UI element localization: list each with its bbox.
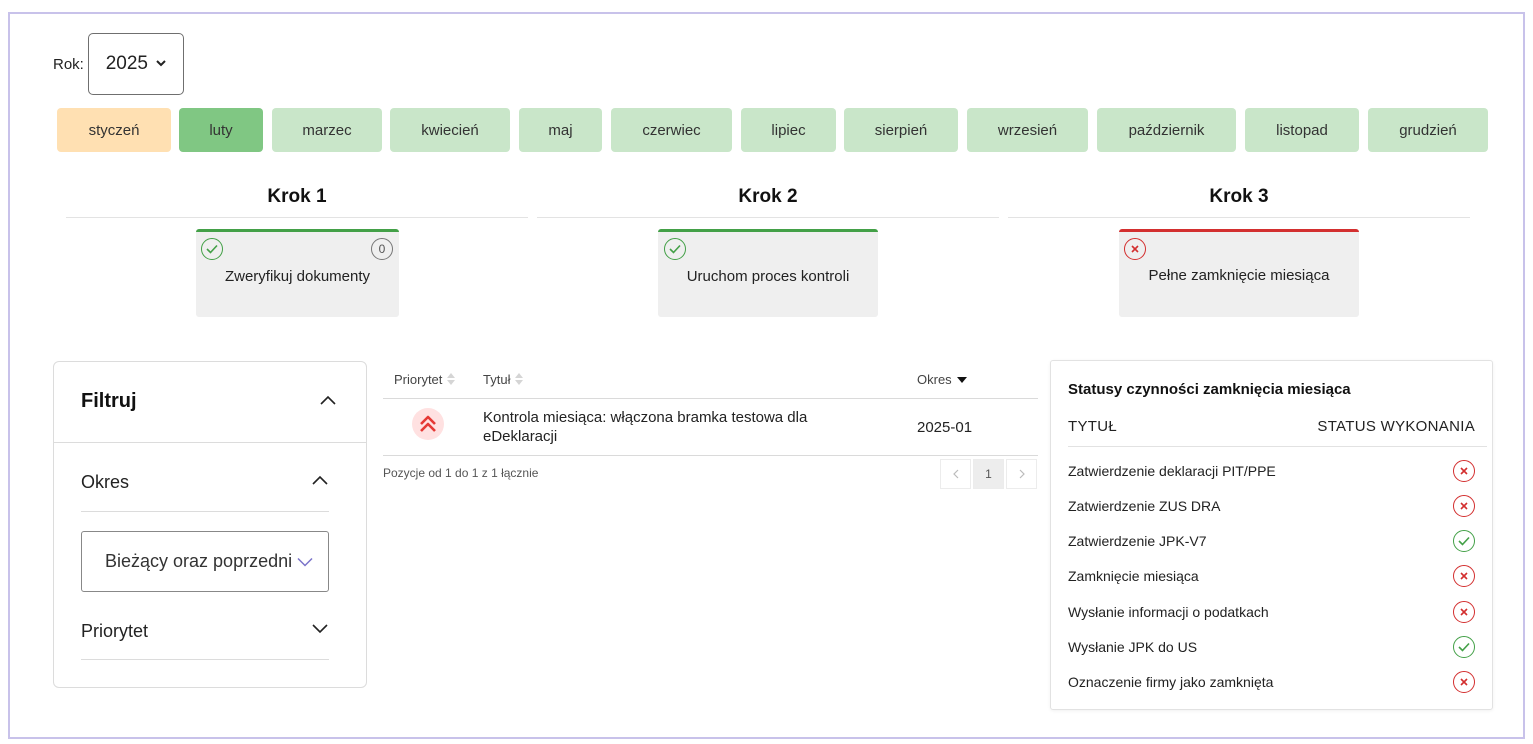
high-priority-icon <box>412 408 444 440</box>
year-value: 2025 <box>105 53 148 74</box>
month-button-luty[interactable]: luty <box>179 108 263 152</box>
table-header-divider <box>383 398 1038 399</box>
page-button-current[interactable]: 1 <box>973 459 1004 489</box>
column-header-period[interactable]: Okres <box>917 372 967 387</box>
step-2-divider <box>537 217 999 218</box>
sort-icon <box>515 373 524 386</box>
error-circle-icon <box>1453 495 1475 517</box>
check-circle-icon <box>1453 636 1475 658</box>
check-circle-icon <box>1453 530 1475 552</box>
status-row: Zatwierdzenie JPK-V7 <box>1068 529 1475 553</box>
month-button-sierpien[interactable]: sierpień <box>844 108 958 152</box>
step-3-label: Pełne zamknięcie miesiąca <box>1148 267 1330 284</box>
step-2-label: Uruchom proces kontroli <box>686 268 850 285</box>
title-header-label: Tytuł <box>483 372 511 387</box>
step-2-card[interactable]: Uruchom proces kontroli <box>658 229 878 317</box>
priority-divider <box>81 659 329 660</box>
pagination-info: Pozycje od 1 do 1 z 1 łącznie <box>383 466 539 480</box>
period-select-value: Bieżący oraz poprzedni <box>105 551 291 571</box>
status-row: Wysłanie informacji o podatkach <box>1068 600 1475 624</box>
month-button-wrzesien[interactable]: wrzesień <box>967 108 1088 152</box>
status-row: Zatwierdzenie ZUS DRA <box>1068 494 1475 518</box>
step-1-divider <box>66 217 528 218</box>
error-circle-icon <box>1453 601 1475 623</box>
year-selector-row: Rok: 2025 <box>53 33 184 95</box>
month-button-listopad[interactable]: listopad <box>1245 108 1359 152</box>
chevron-down-icon[interactable] <box>311 619 329 637</box>
error-circle-icon <box>1124 238 1146 260</box>
column-header-title[interactable]: Tytuł <box>483 372 524 387</box>
filter-divider <box>54 442 366 443</box>
next-page-button[interactable] <box>1006 459 1037 489</box>
previous-page-button[interactable] <box>940 459 971 489</box>
status-row-label: Wysłanie informacji o podatkach <box>1068 604 1269 620</box>
status-row-label: Zatwierdzenie JPK-V7 <box>1068 533 1207 549</box>
status-header-divider <box>1068 446 1487 447</box>
status-row: Oznaczenie firmy jako zamknięta <box>1068 670 1475 694</box>
status-row: Zamknięcie miesiąca <box>1068 564 1475 588</box>
step-3-title: Krok 3 <box>1209 186 1269 207</box>
row-period: 2025-01 <box>917 419 973 436</box>
status-col-title: TYTUŁ <box>1068 418 1118 435</box>
status-panel-title: Statusy czynności zamknięcia miesiąca <box>1068 381 1351 398</box>
chevron-left-icon <box>952 469 958 479</box>
step-1-title: Krok 1 <box>267 186 327 207</box>
status-row-label: Zatwierdzenie deklaracji PIT/PPE <box>1068 463 1276 479</box>
month-button-lipiec[interactable]: lipiec <box>741 108 836 152</box>
month-button-maj[interactable]: maj <box>519 108 602 152</box>
step-1-label: Zweryfikuj dokumenty <box>224 268 371 285</box>
year-select[interactable]: 2025 <box>87 33 184 95</box>
status-row-label: Oznaczenie firmy jako zamknięta <box>1068 674 1274 690</box>
chevron-right-icon <box>1019 469 1025 479</box>
status-row-label: Zamknięcie miesiąca <box>1068 568 1199 584</box>
month-button-grudzien[interactable]: grudzień <box>1368 108 1488 152</box>
filter-panel: Filtruj Okres Bieżący oraz poprzedni Pri… <box>53 361 367 688</box>
priority-header-label: Priorytet <box>394 372 443 387</box>
step-2-title: Krok 2 <box>738 186 798 207</box>
table-row-divider <box>383 455 1038 456</box>
check-circle-icon <box>201 238 223 260</box>
step-3-card[interactable]: Pełne zamknięcie miesiąca <box>1119 229 1359 317</box>
step-1-card[interactable]: 0 Zweryfikuj dokumenty <box>196 229 399 317</box>
chevron-up-icon[interactable] <box>311 472 329 490</box>
status-col-status: STATUS WYKONANIA <box>1317 418 1475 435</box>
status-row: Zatwierdzenie deklaracji PIT/PPE <box>1068 459 1475 483</box>
status-row-label: Zatwierdzenie ZUS DRA <box>1068 498 1221 514</box>
period-select[interactable]: Bieżący oraz poprzedni <box>81 531 329 592</box>
month-button-czerwiec[interactable]: czerwiec <box>611 108 732 152</box>
step-3-divider <box>1008 217 1470 218</box>
sort-icon <box>447 373 456 386</box>
row-title[interactable]: Kontrola miesiąca: włączona bramka testo… <box>483 408 863 446</box>
chevron-down-icon <box>297 551 313 572</box>
status-row: Wysłanie JPK do US <box>1068 635 1475 659</box>
month-button-styczen[interactable]: styczeń <box>57 108 171 152</box>
chevron-down-icon <box>156 58 166 70</box>
check-circle-icon <box>664 238 686 260</box>
period-header-label: Okres <box>917 372 952 387</box>
priority-filter-label: Priorytet <box>81 621 149 641</box>
filter-title: Filtruj <box>81 390 137 412</box>
year-label: Rok: <box>53 55 84 73</box>
error-circle-icon <box>1453 671 1475 693</box>
sort-descending-icon <box>956 376 967 383</box>
month-button-marzec[interactable]: marzec <box>272 108 382 152</box>
month-button-pazdziernik[interactable]: październik <box>1097 108 1236 152</box>
chevron-up-icon[interactable] <box>319 392 337 410</box>
document-count-badge: 0 <box>371 238 393 260</box>
column-header-priority[interactable]: Priorytet <box>394 372 456 387</box>
error-circle-icon <box>1453 460 1475 482</box>
month-button-kwiecien[interactable]: kwiecień <box>390 108 510 152</box>
status-row-label: Wysłanie JPK do US <box>1068 639 1198 655</box>
period-filter-label: Okres <box>81 472 130 492</box>
error-circle-icon <box>1453 565 1475 587</box>
status-panel: Statusy czynności zamknięcia miesiąca TY… <box>1050 360 1493 710</box>
period-divider <box>81 511 329 512</box>
